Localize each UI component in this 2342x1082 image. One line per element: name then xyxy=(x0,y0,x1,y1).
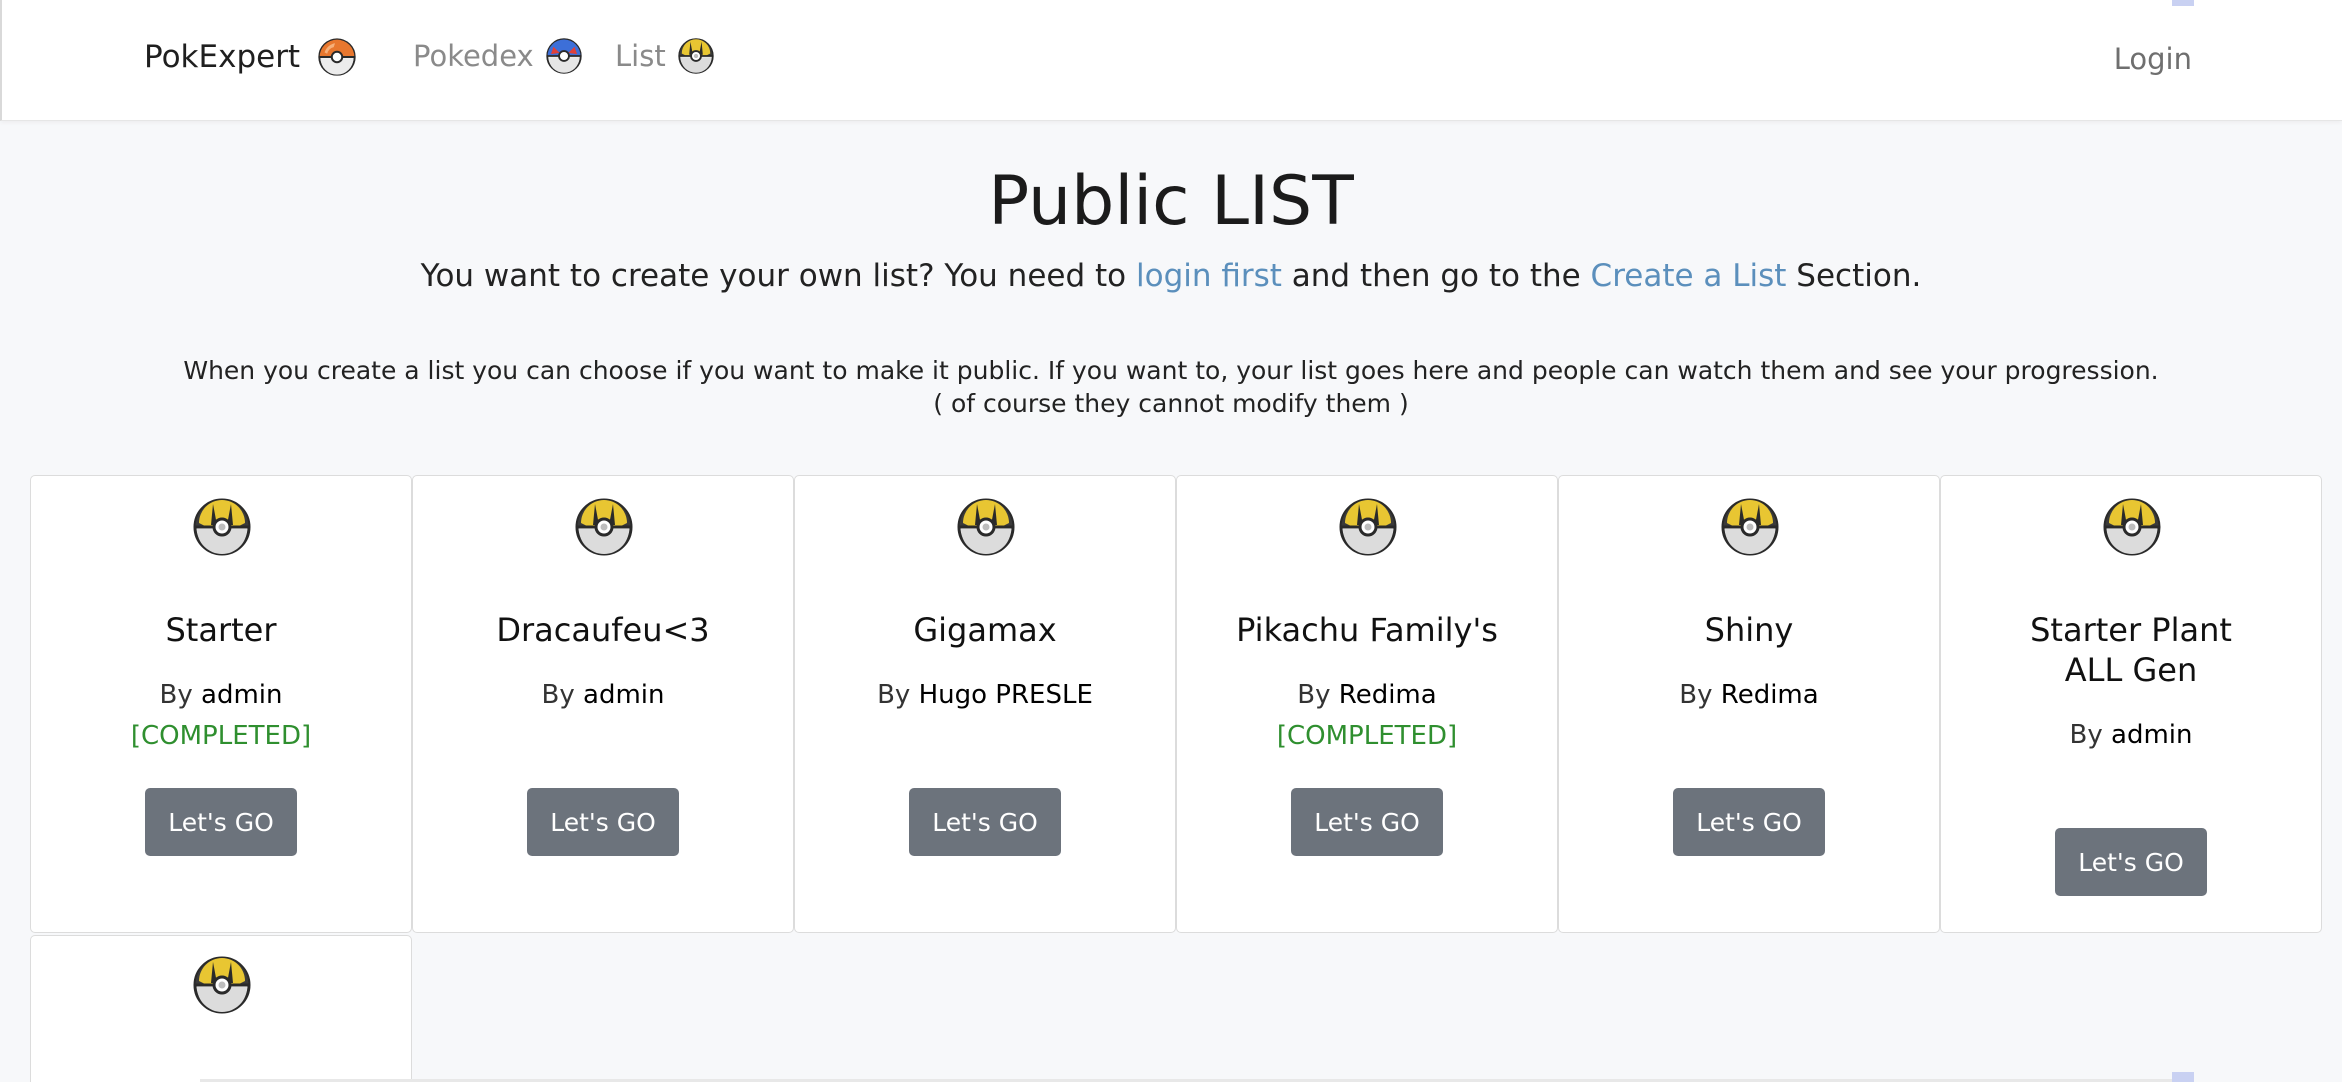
list-card: Pikachu Family's By Redima [COMPLETED] L… xyxy=(1176,475,1558,933)
card-author: By admin xyxy=(31,680,411,710)
by-label: By xyxy=(159,680,202,710)
great-ball-icon xyxy=(546,38,582,74)
ultra-ball-icon xyxy=(193,956,251,1014)
orange-pokeball-icon xyxy=(318,38,356,76)
card-title: Shiny xyxy=(1704,611,1794,649)
create-list-link[interactable]: Create a List xyxy=(1591,258,1787,294)
card-author: By admin xyxy=(1941,720,2321,750)
list-card xyxy=(30,935,412,1082)
card-author: By Redima xyxy=(1177,680,1557,710)
card-title: Dracaufeu<3 xyxy=(496,611,710,649)
author-name: admin xyxy=(583,680,665,710)
author-name: Hugo PRESLE xyxy=(918,680,1093,710)
list-card: Dracaufeu<3 By admin Let's GO xyxy=(412,475,794,933)
by-label: By xyxy=(2069,720,2112,750)
by-label: By xyxy=(877,680,919,710)
subtitle: You want to create your own list? You ne… xyxy=(0,258,2342,294)
info-line-1: When you create a list you can choose if… xyxy=(183,356,2159,385)
ultra-ball-icon xyxy=(193,498,251,556)
card-author: By admin xyxy=(413,680,793,710)
brand-link[interactable]: PokExpert xyxy=(144,38,356,76)
nav-pokedex[interactable]: Pokedex xyxy=(413,38,582,74)
info-line-2: ( of course they cannot modify them ) xyxy=(933,389,1409,418)
ultra-ball-icon xyxy=(575,498,633,556)
nav-list[interactable]: List xyxy=(615,38,714,74)
ultra-ball-icon xyxy=(957,498,1015,556)
status-badge: [COMPLETED] xyxy=(1276,721,1458,751)
nav-pokedex-label: Pokedex xyxy=(413,39,534,73)
lets-go-button[interactable]: Let's GO xyxy=(2055,828,2207,896)
lets-go-button[interactable]: Let's GO xyxy=(1291,788,1443,856)
lets-go-button[interactable]: Let's GO xyxy=(909,788,1061,856)
subtitle-text-3: Section. xyxy=(1786,258,1922,294)
ultra-ball-icon xyxy=(1721,498,1779,556)
card-title: Gigamax xyxy=(913,611,1057,649)
scroll-marker-bottom xyxy=(2172,1072,2194,1082)
ultra-ball-icon xyxy=(2103,498,2161,556)
ultra-ball-icon xyxy=(678,38,714,74)
login-link[interactable]: Login xyxy=(2114,42,2192,76)
brand-label: PokExpert xyxy=(144,39,301,75)
subtitle-text-2: and then go to the xyxy=(1281,258,1591,294)
nav-list-label: List xyxy=(615,39,666,73)
card-title: Starter Plant ALL Gen xyxy=(2030,611,2232,689)
author-name: Redima xyxy=(1338,680,1437,710)
list-card: Starter Plant ALL Gen By admin Let's GO xyxy=(1940,475,2322,933)
navbar: PokExpert Pokedex List Login xyxy=(0,0,2342,121)
author-name: admin xyxy=(2111,720,2193,750)
card-title: Starter xyxy=(165,611,277,649)
by-label: By xyxy=(1297,680,1339,710)
list-card: Starter By admin [COMPLETED] Let's GO xyxy=(30,475,412,933)
status-badge: [COMPLETED] xyxy=(130,721,312,751)
lets-go-button[interactable]: Let's GO xyxy=(1673,788,1825,856)
list-card: Gigamax By Hugo PRESLE Let's GO xyxy=(794,475,1176,933)
by-label: By xyxy=(1679,680,1721,710)
scroll-marker-top xyxy=(2172,0,2194,6)
info-text: When you create a list you can choose if… xyxy=(0,354,2342,420)
author-name: Redima xyxy=(1720,680,1819,710)
card-title: Pikachu Family's xyxy=(1236,611,1498,649)
list-card: Shiny By Redima Let's GO xyxy=(1558,475,1940,933)
by-label: By xyxy=(541,680,584,710)
page-title: Public LIST xyxy=(988,162,1354,241)
ultra-ball-icon xyxy=(1339,498,1397,556)
card-author: By Hugo PRESLE xyxy=(795,680,1175,710)
subtitle-text-1: You want to create your own list? You ne… xyxy=(420,258,1136,294)
login-first-link[interactable]: login first xyxy=(1136,258,1282,294)
card-author: By Redima xyxy=(1559,680,1939,710)
author-name: admin xyxy=(201,680,283,710)
lets-go-button[interactable]: Let's GO xyxy=(527,788,679,856)
lets-go-button[interactable]: Let's GO xyxy=(145,788,297,856)
